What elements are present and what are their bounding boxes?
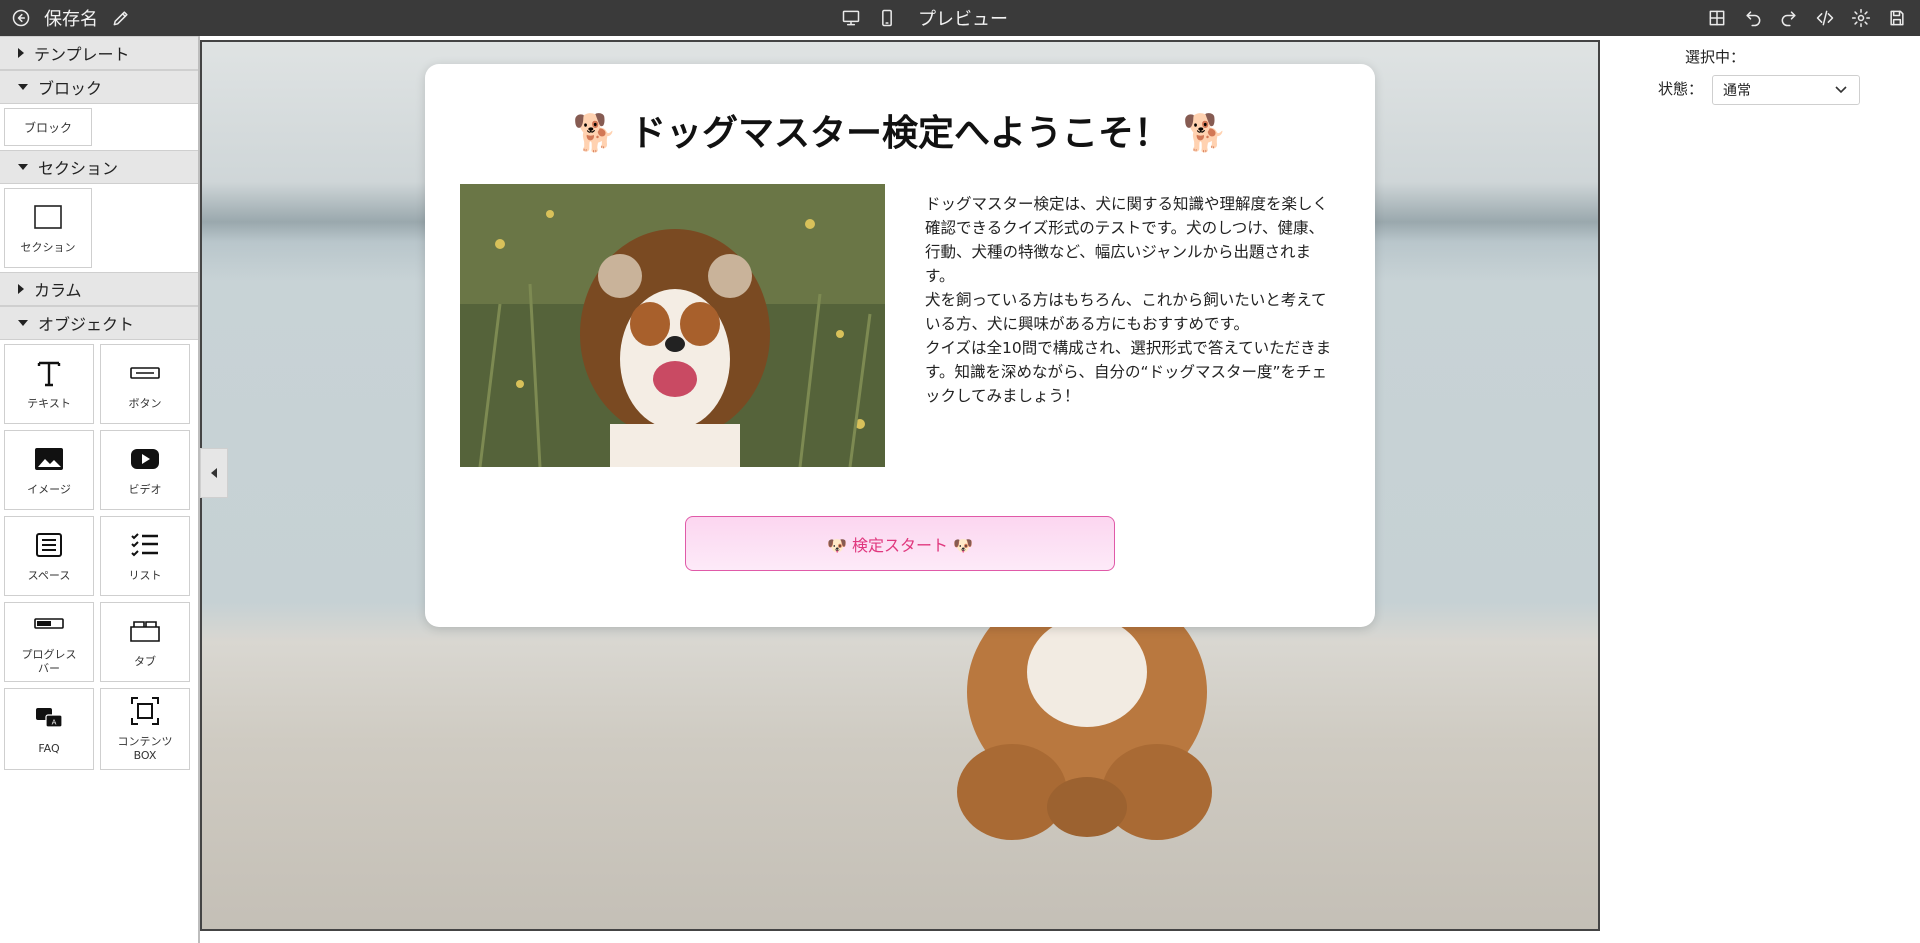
expand-arrow-icon bbox=[18, 48, 24, 58]
back-icon[interactable] bbox=[10, 7, 32, 29]
object-items: テキスト ボタン イメージ ビデオ スペース リスト プログレス バー タブ A… bbox=[0, 340, 198, 774]
tile-label: タブ bbox=[134, 655, 156, 668]
button-icon bbox=[130, 367, 160, 379]
category-column[interactable]: カラム bbox=[0, 272, 198, 306]
video-icon bbox=[131, 449, 159, 469]
tile-label: セクション bbox=[20, 241, 76, 254]
description-paragraph: ドッグマスター検定は、犬に関する知識や理解度を楽しく確認できるクイズ形式のテスト… bbox=[925, 195, 1329, 285]
category-template[interactable]: テンプレート bbox=[0, 36, 198, 70]
device-switcher: プレビュー bbox=[840, 0, 1008, 36]
svg-text:A: A bbox=[52, 719, 57, 727]
block-items: ブロック bbox=[0, 104, 198, 150]
preview-label[interactable]: プレビュー bbox=[918, 5, 1008, 31]
editor-canvas[interactable]: 🐕 ドッグマスター検定へようこそ！ 🐕 ドッグマスター検定は、犬に関する知識や理… bbox=[200, 40, 1600, 931]
desktop-icon[interactable] bbox=[840, 7, 862, 29]
page-title: 🐕 ドッグマスター検定へようこそ！ 🐕 bbox=[572, 113, 1228, 154]
tile-label-line2: BOX bbox=[133, 749, 157, 762]
progress-bar-icon bbox=[34, 618, 64, 629]
pencil-icon[interactable] bbox=[110, 7, 132, 29]
description-paragraph: 犬を飼っている方はもちろん、これから飼いたいと考えている方、犬に興味がある方にも… bbox=[925, 291, 1327, 333]
object-progress-bar[interactable]: プログレス バー bbox=[4, 602, 94, 682]
component-panel: テンプレート ブロック ブロック セクション セクション カラム オブジェクト … bbox=[0, 36, 200, 943]
topbar-left: 保存名 bbox=[10, 0, 132, 36]
category-label: ブロック bbox=[38, 79, 103, 98]
state-select[interactable]: 通常 bbox=[1712, 75, 1860, 105]
tile-label-line2: バー bbox=[38, 662, 60, 675]
category-section[interactable]: セクション bbox=[0, 150, 198, 184]
tile-label: ビデオ bbox=[128, 483, 162, 496]
object-image[interactable]: イメージ bbox=[4, 430, 94, 510]
description-paragraph: クイズは全10問で構成され、選択形式で答えていただきます。知識を深めながら、自分… bbox=[925, 339, 1332, 405]
description: ドッグマスター検定は、犬に関する知識や理解度を楽しく確認できるクイズ形式のテスト… bbox=[925, 192, 1335, 408]
tile-label: イメージ bbox=[27, 483, 71, 496]
faq-icon: A bbox=[36, 708, 63, 728]
state-label: 状態： bbox=[1658, 80, 1704, 98]
collapse-left-icon bbox=[211, 468, 217, 478]
text-icon bbox=[37, 361, 61, 387]
tile-label: コンテンツ BOX bbox=[118, 735, 173, 763]
state-select-value: 通常 bbox=[1723, 83, 1751, 99]
space-icon bbox=[36, 533, 62, 557]
panel-collapse-toggle[interactable] bbox=[200, 448, 228, 498]
dog-photo bbox=[460, 184, 885, 467]
category-label: セクション bbox=[38, 159, 119, 178]
top-bar: 保存名 プレビュー bbox=[0, 0, 1920, 36]
tile-label: リスト bbox=[128, 569, 162, 582]
code-icon[interactable] bbox=[1814, 7, 1836, 29]
undo-icon[interactable] bbox=[1742, 7, 1764, 29]
object-video[interactable]: ビデオ bbox=[100, 430, 190, 510]
section-icon bbox=[34, 205, 62, 229]
tile-label-line1: コンテンツ bbox=[117, 735, 173, 748]
list-icon bbox=[131, 533, 158, 557]
object-tab[interactable]: タブ bbox=[100, 602, 190, 682]
object-space[interactable]: スペース bbox=[4, 516, 94, 596]
mobile-icon[interactable] bbox=[876, 7, 898, 29]
category-block[interactable]: ブロック bbox=[0, 70, 198, 104]
save-name[interactable]: 保存名 bbox=[44, 5, 98, 31]
image-icon bbox=[35, 448, 63, 470]
category-label: オブジェクト bbox=[38, 315, 135, 334]
section-item[interactable]: セクション bbox=[4, 188, 92, 268]
tab-icon bbox=[130, 621, 160, 642]
object-button[interactable]: ボタン bbox=[100, 344, 190, 424]
tile-label: FAQ bbox=[38, 742, 60, 755]
collapse-arrow-icon bbox=[18, 320, 28, 326]
object-contents-box[interactable]: コンテンツ BOX bbox=[100, 688, 190, 770]
expand-arrow-icon bbox=[18, 284, 24, 294]
tile-label: ボタン bbox=[128, 397, 162, 410]
chevron-down-icon bbox=[1835, 86, 1847, 94]
grid-icon[interactable] bbox=[1706, 7, 1728, 29]
welcome-card[interactable]: 🐕 ドッグマスター検定へようこそ！ 🐕 ドッグマスター検定は、犬に関する知識や理… bbox=[425, 64, 1375, 627]
category-label: テンプレート bbox=[34, 45, 130, 64]
tile-label: プログレス バー bbox=[22, 648, 77, 676]
save-icon[interactable] bbox=[1886, 7, 1908, 29]
tile-label: テキスト bbox=[27, 397, 71, 410]
tile-label-line1: プログレス bbox=[21, 648, 77, 661]
redo-icon[interactable] bbox=[1778, 7, 1800, 29]
section-items: セクション bbox=[0, 184, 198, 272]
background-dog-image bbox=[957, 602, 1212, 840]
collapse-arrow-icon bbox=[18, 84, 28, 90]
contents-box-icon bbox=[131, 697, 159, 725]
selected-label: 選択中： bbox=[1684, 48, 1745, 66]
object-text[interactable]: テキスト bbox=[4, 344, 94, 424]
tile-label: スペース bbox=[27, 569, 71, 582]
category-label: カラム bbox=[34, 281, 82, 300]
start-quiz-button[interactable]: 🐶 検定スタート 🐶 bbox=[685, 516, 1115, 571]
topbar-right bbox=[1706, 0, 1908, 36]
object-faq[interactable]: A FAQ bbox=[4, 688, 94, 770]
properties-panel: 選択中： 状態： 通常 bbox=[1600, 36, 1920, 943]
category-object[interactable]: オブジェクト bbox=[0, 306, 198, 340]
object-list[interactable]: リスト bbox=[100, 516, 190, 596]
gear-icon[interactable] bbox=[1850, 7, 1872, 29]
collapse-arrow-icon bbox=[18, 164, 28, 170]
block-item[interactable]: ブロック bbox=[4, 108, 92, 146]
